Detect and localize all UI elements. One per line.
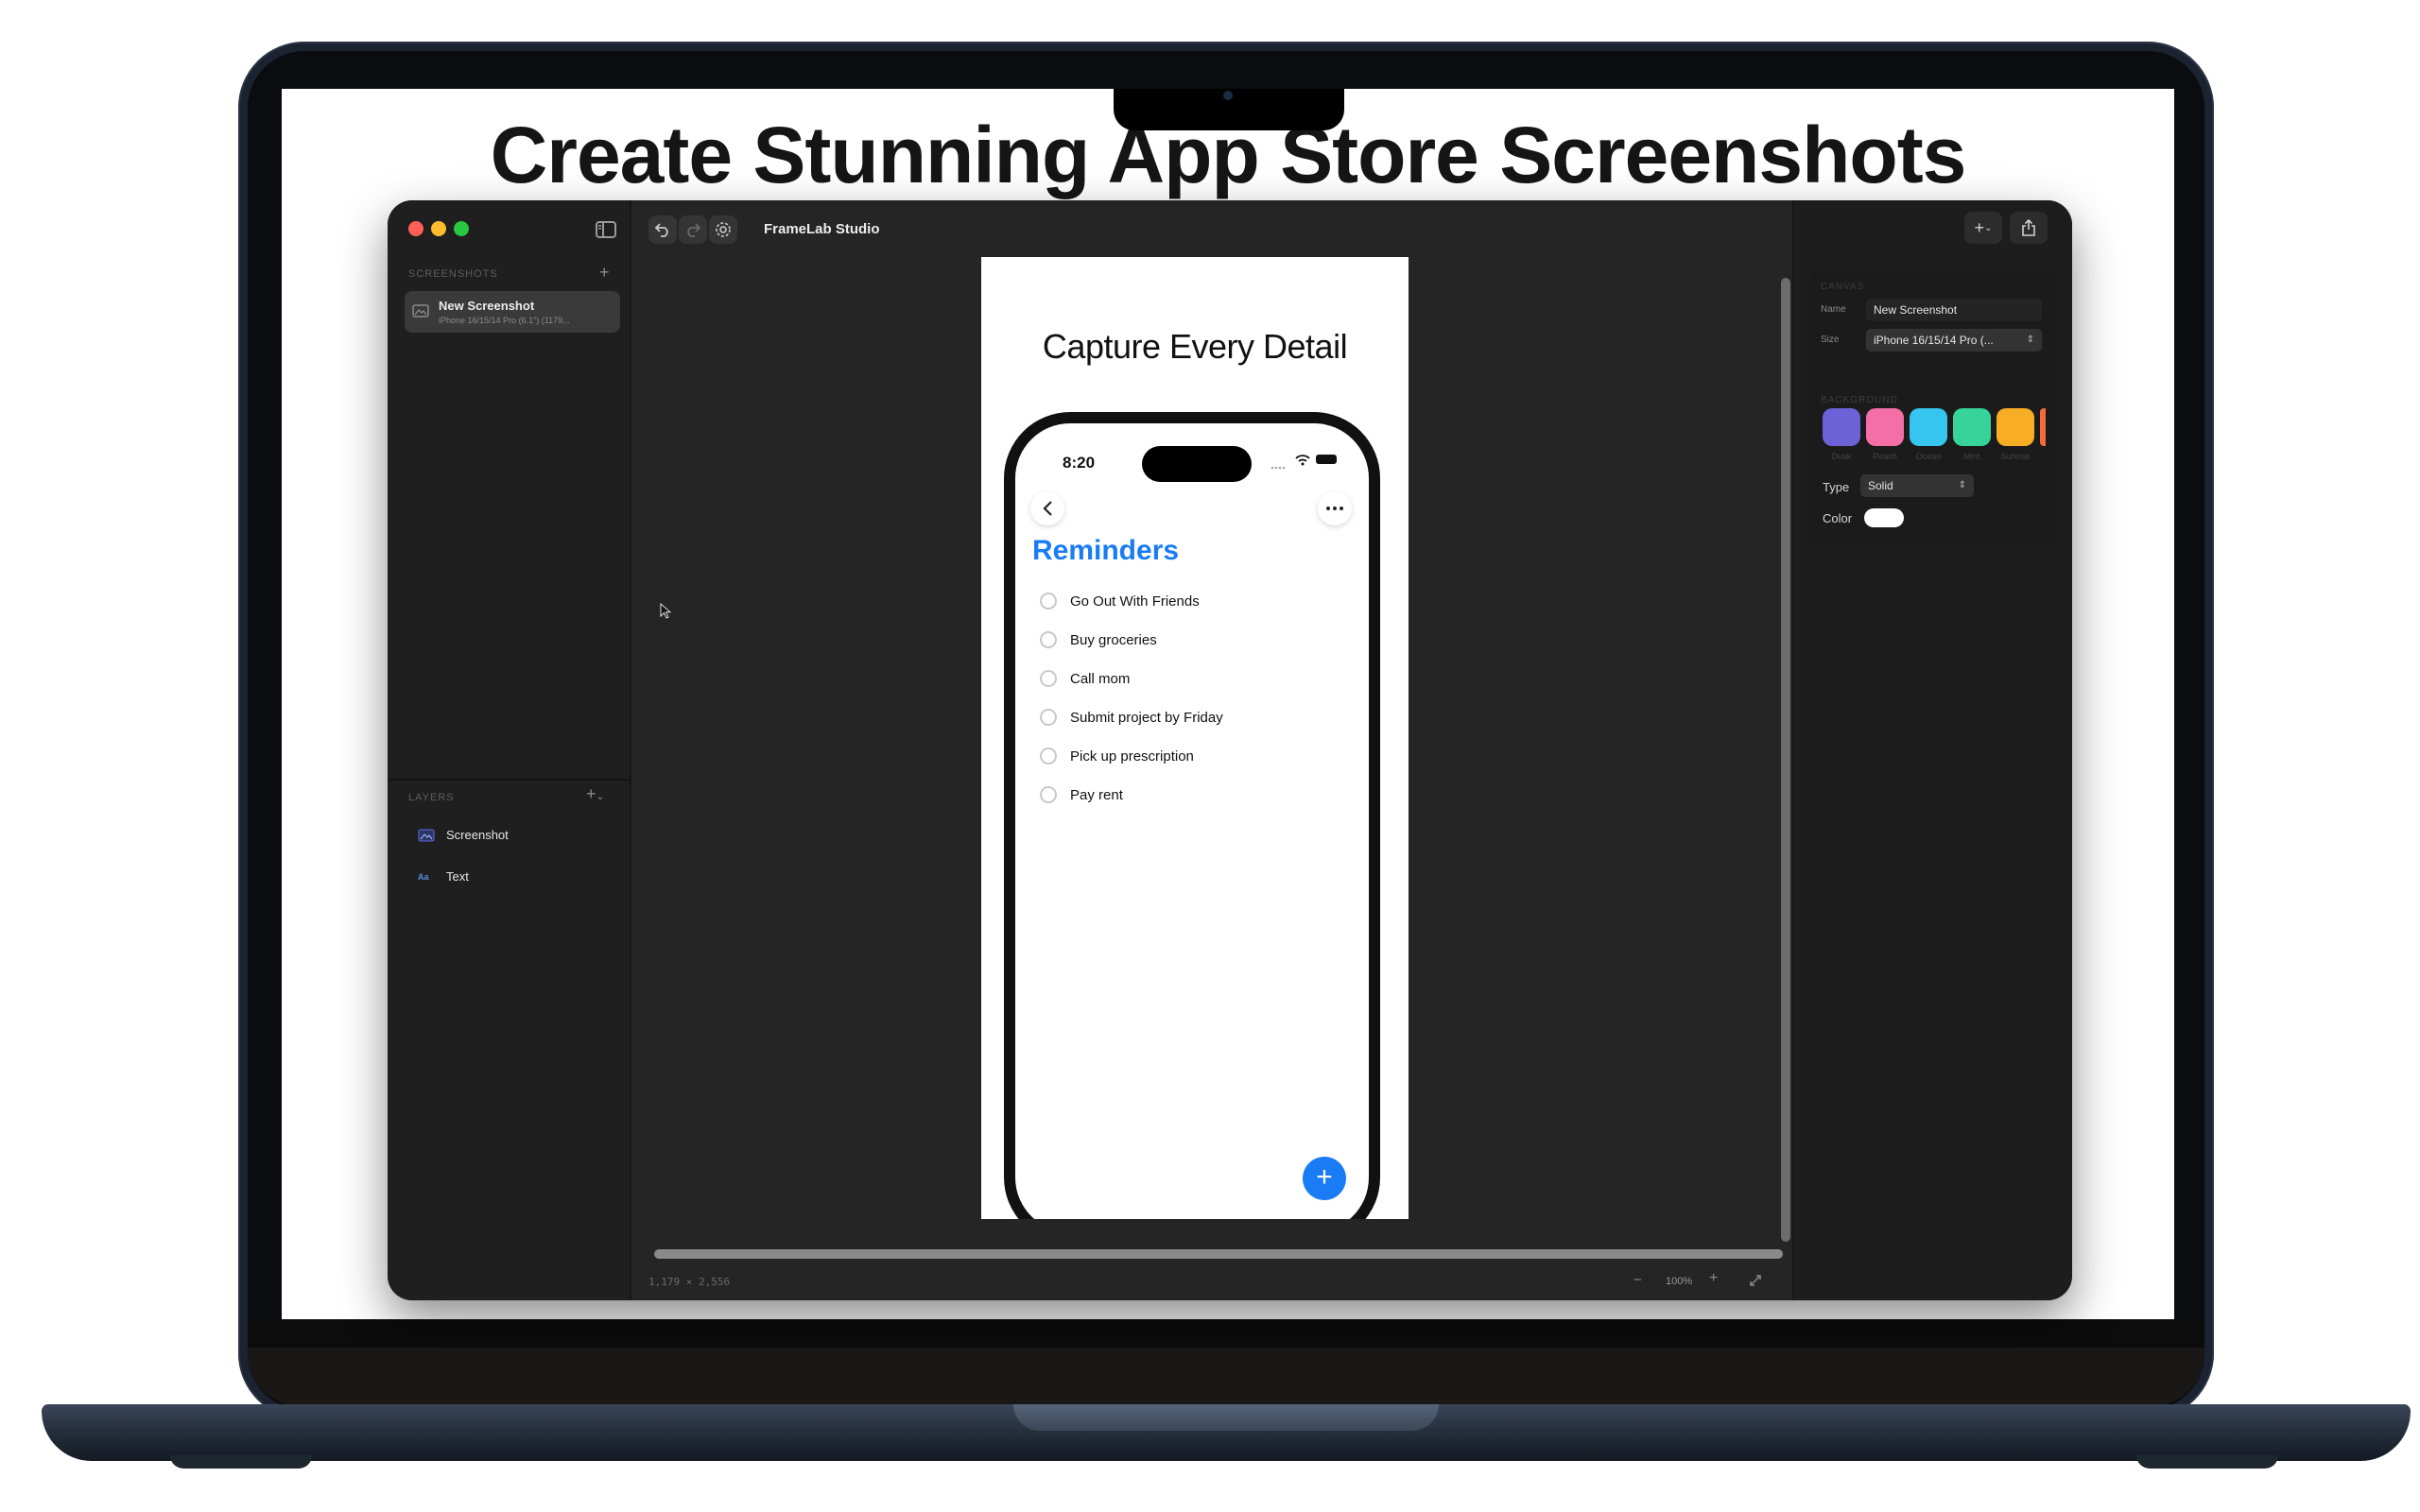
chevron-down-icon: ⌄ bbox=[596, 791, 605, 802]
chevron-up-down-icon: ⇕ bbox=[2026, 335, 2034, 345]
checkbox-circle-icon[interactable] bbox=[1040, 709, 1057, 726]
zoom-in-button[interactable]: + bbox=[1709, 1270, 1718, 1287]
background-section-header: BACKGROUND bbox=[1821, 395, 1898, 405]
layer-item-text[interactable]: Aa Text bbox=[418, 869, 469, 884]
name-field[interactable]: New Screenshot bbox=[1866, 299, 2042, 321]
maximize-window-button[interactable] bbox=[454, 221, 469, 236]
laptop-foot-right bbox=[2136, 1455, 2278, 1469]
image-icon bbox=[418, 829, 435, 842]
add-element-button[interactable]: + ⌄ bbox=[1964, 212, 2002, 244]
laptop-foot-left bbox=[170, 1455, 312, 1469]
minimize-window-button[interactable] bbox=[431, 221, 446, 236]
status-time: 8:20 bbox=[1063, 454, 1096, 472]
reminder-item[interactable]: Go Out With Friends bbox=[1040, 582, 1200, 620]
screenshot-thumbnail-icon bbox=[412, 304, 429, 318]
battery-icon bbox=[1316, 455, 1337, 464]
settings-button[interactable] bbox=[709, 215, 737, 244]
window-title: FrameLab Studio bbox=[764, 221, 880, 237]
sidebar: SCREENSHOTS + New Screenshot iPhone 16/1… bbox=[388, 200, 631, 1300]
checkbox-circle-icon[interactable] bbox=[1040, 670, 1057, 687]
gear-icon bbox=[716, 222, 731, 237]
checkbox-circle-icon[interactable] bbox=[1040, 786, 1057, 803]
chevron-left-icon bbox=[1043, 501, 1052, 516]
reminder-item[interactable]: Submit project by Friday bbox=[1040, 698, 1223, 736]
swatch-peach-label: Peach bbox=[1873, 452, 1897, 461]
reminders-title: Reminders bbox=[1032, 535, 1180, 566]
swatch-ocean-label: Ocean bbox=[1915, 452, 1942, 461]
color-label: Color bbox=[1823, 511, 1853, 525]
inspector-panel: + ⌄ CANVAS Name New Screenshot Size iPhon… bbox=[1792, 200, 2072, 1300]
add-screenshot-button[interactable]: + bbox=[599, 263, 610, 283]
fit-to-screen-icon[interactable] bbox=[1749, 1274, 1762, 1292]
screenshot-list-item[interactable]: New Screenshot iPhone 16/15/14 Pro (6.1"… bbox=[405, 291, 620, 333]
checkbox-circle-icon[interactable] bbox=[1040, 593, 1057, 610]
canvas-dimensions: 1,179 × 2,556 bbox=[648, 1276, 731, 1288]
background-type-select[interactable]: Solid ⇕ bbox=[1860, 474, 1974, 497]
back-button[interactable] bbox=[1030, 491, 1064, 525]
add-reminder-button[interactable]: + bbox=[1303, 1157, 1346, 1200]
swatch-mint-label: Mint bbox=[1963, 452, 1980, 461]
laptop-chin-stripe bbox=[248, 1348, 2204, 1406]
text-icon: Aa bbox=[418, 871, 429, 882]
screenshots-header: SCREENSHOTS bbox=[408, 268, 498, 280]
size-label: Size bbox=[1821, 335, 1840, 345]
checkbox-circle-icon[interactable] bbox=[1040, 631, 1057, 648]
canvas-section-header: CANVAS bbox=[1821, 282, 1865, 292]
screenshot-canvas[interactable]: Capture Every Detail 8:20 Reminders Go O… bbox=[981, 257, 1409, 1219]
swatch-dusk-label: Dusk bbox=[1831, 452, 1852, 461]
camera-icon bbox=[1223, 91, 1233, 100]
vertical-scrollbar[interactable] bbox=[1781, 278, 1790, 1242]
chevron-up-down-icon: ⇕ bbox=[1958, 480, 1966, 490]
phone-frame: 8:20 Reminders Go Out With Friends Buy g… bbox=[1004, 412, 1380, 1219]
reminder-item[interactable]: Buy groceries bbox=[1040, 621, 1157, 659]
checkbox-circle-icon[interactable] bbox=[1040, 747, 1057, 765]
swatch-ocean[interactable] bbox=[1910, 408, 1947, 446]
laptop-hinge-notch bbox=[1013, 1404, 1439, 1431]
sidebar-divider bbox=[388, 779, 630, 781]
wifi-icon bbox=[1295, 454, 1310, 471]
more-button[interactable] bbox=[1318, 491, 1352, 525]
redo-icon bbox=[687, 223, 701, 237]
background-color-well[interactable] bbox=[1864, 508, 1904, 527]
add-layer-button[interactable]: +⌄ bbox=[586, 784, 605, 804]
reminder-item[interactable]: Pay rent bbox=[1040, 776, 1123, 814]
name-label: Name bbox=[1821, 304, 1846, 315]
zoom-out-button[interactable]: − bbox=[1634, 1272, 1642, 1288]
phone-screen: 8:20 Reminders Go Out With Friends Buy g… bbox=[1015, 423, 1369, 1219]
size-select[interactable]: iPhone 16/15/14 Pro (... ⇕ bbox=[1866, 329, 2042, 352]
undo-icon bbox=[654, 223, 668, 237]
zoom-level: 100% bbox=[1666, 1276, 1693, 1287]
chevron-down-icon: ⌄ bbox=[1984, 222, 1993, 233]
swatch-sunrise[interactable] bbox=[1996, 408, 2034, 446]
close-window-button[interactable] bbox=[408, 221, 424, 236]
undo-button[interactable] bbox=[648, 215, 677, 244]
layer-item-screenshot[interactable]: Screenshot bbox=[418, 828, 509, 842]
screenshot-subtitle: iPhone 16/15/14 Pro (6.1") (1179... bbox=[439, 316, 570, 325]
swatch-sunrise-label: Sunrise bbox=[2000, 452, 2031, 461]
reminder-item[interactable]: Call mom bbox=[1040, 660, 1130, 697]
sidebar-toggle-icon[interactable] bbox=[592, 215, 620, 244]
swatch-peach[interactable] bbox=[1866, 408, 1904, 446]
reminder-item[interactable]: Pick up prescription bbox=[1040, 737, 1194, 775]
share-icon bbox=[2022, 219, 2035, 236]
canvas-settings-section: CANVAS Name New Screenshot Size iPhone 1… bbox=[1809, 272, 2055, 387]
mouse-cursor-icon bbox=[660, 602, 672, 625]
type-label: Type bbox=[1823, 480, 1850, 494]
swatch-dusk[interactable] bbox=[1823, 408, 1860, 446]
dynamic-island bbox=[1142, 446, 1252, 482]
export-button[interactable] bbox=[2010, 212, 2048, 244]
swatch-mint[interactable] bbox=[1953, 408, 1991, 446]
app-window: SCREENSHOTS + New Screenshot iPhone 16/1… bbox=[388, 200, 2072, 1300]
horizontal-scrollbar[interactable] bbox=[654, 1249, 1783, 1259]
swatch-next-partial[interactable] bbox=[2040, 408, 2046, 446]
ellipsis-icon bbox=[1326, 507, 1343, 510]
signal-icon bbox=[1270, 457, 1288, 474]
redo-button[interactable] bbox=[679, 215, 707, 244]
screenshot-title: New Screenshot bbox=[439, 299, 535, 313]
canvas-caption[interactable]: Capture Every Detail bbox=[981, 327, 1409, 367]
layers-header: LAYERS bbox=[408, 792, 455, 803]
